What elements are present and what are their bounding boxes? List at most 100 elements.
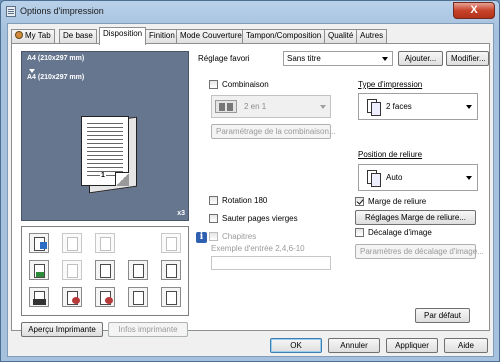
tab-label: Tampon/Composition	[246, 31, 322, 40]
duplex-icon	[367, 99, 381, 116]
cover-icon[interactable]	[29, 260, 49, 280]
binding-margin-label: Marge de reliure	[368, 197, 427, 206]
stamp-icon[interactable]	[29, 287, 49, 307]
combination-value: 2 en 1	[244, 102, 267, 111]
tab-tampon-composition[interactable]: Tampon/Composition	[242, 29, 326, 43]
combination-checkbox[interactable]	[209, 80, 218, 89]
image-shift-settings-button: Paramètres de décalage d'image...	[355, 244, 484, 259]
printer-preview-button[interactable]: Aperçu Imprimante	[21, 322, 103, 337]
print-type-label: Type d'impression	[358, 80, 423, 89]
cancel-button[interactable]: Annuler	[328, 338, 380, 353]
copy-pages-icon	[95, 233, 115, 253]
text-lines	[87, 123, 123, 179]
overlay-icon[interactable]	[161, 287, 181, 307]
tab-label: Mode Couverture	[180, 31, 242, 40]
printer-preview-label: Aperçu Imprimante	[28, 325, 96, 334]
edit-pages-icon[interactable]	[161, 260, 181, 280]
cancel-label: Annuler	[340, 341, 368, 350]
rotation-checkbox[interactable]	[209, 196, 218, 205]
binding-margin-checkbox[interactable]	[355, 197, 364, 206]
combination-select: 2 en 1	[211, 95, 331, 118]
page-fold	[115, 172, 129, 186]
chevron-down-icon	[466, 105, 472, 109]
title-bar: Options d'impression X	[1, 1, 499, 23]
document-stack-icon[interactable]	[128, 260, 148, 280]
booklet-icon	[62, 260, 82, 280]
tab-label: Qualité	[328, 31, 354, 40]
rotation-label: Rotation 180	[222, 196, 268, 205]
skip-blank-label: Sauter pages vierges	[222, 214, 298, 223]
tab-label: Finition	[149, 31, 175, 40]
binding-icon	[367, 170, 381, 187]
chapters-label: Chapitres	[222, 232, 257, 241]
print-options-window: Options d'impression X My Tab De base Di…	[0, 0, 500, 362]
ok-button[interactable]: OK	[270, 338, 322, 353]
chapters-example-label: Exemple d'entrée 2,4,6-10	[211, 244, 305, 253]
poster-icon	[62, 233, 82, 253]
window-title: Options d'impression	[20, 6, 104, 16]
text-a-icon[interactable]	[95, 260, 115, 280]
favorite-setting-label: Réglage favori	[198, 54, 250, 63]
tab-disposition[interactable]: Disposition	[99, 27, 147, 45]
tab-my-tab[interactable]: My Tab	[11, 29, 55, 43]
front-sheet: 1	[81, 116, 129, 186]
chevron-down-icon	[466, 176, 472, 180]
page-preview: 1	[79, 112, 139, 194]
user-auth-icon[interactable]	[62, 287, 82, 307]
tab-qualite[interactable]: Qualité	[324, 29, 358, 43]
paper-size-input: A4 (210x297 mm)	[27, 55, 85, 62]
ok-label: OK	[290, 341, 302, 350]
tab-de-base[interactable]: De base	[59, 29, 97, 43]
chapters-input	[211, 256, 331, 270]
users-icon[interactable]	[95, 287, 115, 307]
close-button[interactable]: X	[453, 2, 495, 19]
printer-app-icon	[6, 6, 16, 17]
apply-button[interactable]: Appliquer	[386, 338, 438, 353]
default-button[interactable]: Par défaut	[415, 308, 470, 323]
printer-info-label: Infos imprimante	[118, 325, 178, 334]
modify-favorite-button[interactable]: Modifier...	[446, 51, 489, 66]
user-icon	[15, 31, 23, 39]
tab-label: My Tab	[25, 31, 51, 40]
two-up-icon	[215, 100, 237, 113]
binding-margin-settings-label: Réglages Marge de reliure...	[365, 213, 466, 222]
default-button-label: Par défaut	[424, 311, 461, 320]
info-icon: i	[196, 232, 207, 243]
help-label: Aide	[457, 341, 474, 350]
chapters-checkbox	[209, 232, 218, 241]
image-shift-label: Décalage d'image	[368, 228, 432, 237]
image-shift-settings-label: Paramètres de décalage d'image...	[360, 247, 484, 256]
favorite-setting-select[interactable]: Sans titre	[283, 51, 393, 66]
tab-autres[interactable]: Autres	[356, 29, 388, 43]
printer-info-button: Infos imprimante	[108, 322, 188, 337]
combination-settings-button: Paramétrage de la combinaison...	[211, 124, 336, 139]
binding-position-value: Auto	[386, 173, 403, 182]
disposition-panel: A4 (210x297 mm) A4 (210x297 mm) 1 x3 Ape…	[11, 43, 490, 337]
tab-finition[interactable]: Finition	[145, 29, 179, 43]
page-number: 1	[100, 172, 106, 179]
combine-pages-icon[interactable]	[29, 233, 49, 253]
image-shift-checkbox[interactable]	[355, 228, 364, 237]
chevron-down-icon	[320, 105, 326, 109]
watermark-icon[interactable]	[128, 287, 148, 307]
help-button[interactable]: Aide	[444, 338, 488, 353]
favorite-setting-value: Sans titre	[287, 54, 321, 63]
print-type-select[interactable]: 2 faces	[358, 93, 478, 120]
print-type-value: 2 faces	[386, 102, 412, 111]
binding-position-label: Position de reliure	[358, 150, 423, 159]
dialog-client-area: My Tab De base Disposition Finition Mode…	[7, 23, 494, 357]
modify-favorite-label: Modifier...	[451, 54, 486, 63]
apply-label: Appliquer	[395, 341, 429, 350]
add-favorite-button[interactable]: Ajouter...	[398, 51, 443, 66]
function-icons-panel	[21, 226, 189, 316]
binding-margin-settings-button[interactable]: Réglages Marge de reliure...	[355, 210, 476, 225]
tab-label: Autres	[360, 31, 384, 40]
tab-mode-couverture[interactable]: Mode Couverture	[176, 29, 246, 43]
paper-size-output: A4 (210x297 mm)	[27, 74, 85, 81]
copy-count: x3	[177, 210, 185, 217]
skip-blank-checkbox[interactable]	[209, 214, 218, 223]
tab-label: Disposition	[103, 29, 143, 38]
binding-position-select[interactable]: Auto	[358, 164, 478, 191]
arrow-down-icon	[29, 69, 35, 73]
add-favorite-label: Ajouter...	[404, 54, 437, 63]
